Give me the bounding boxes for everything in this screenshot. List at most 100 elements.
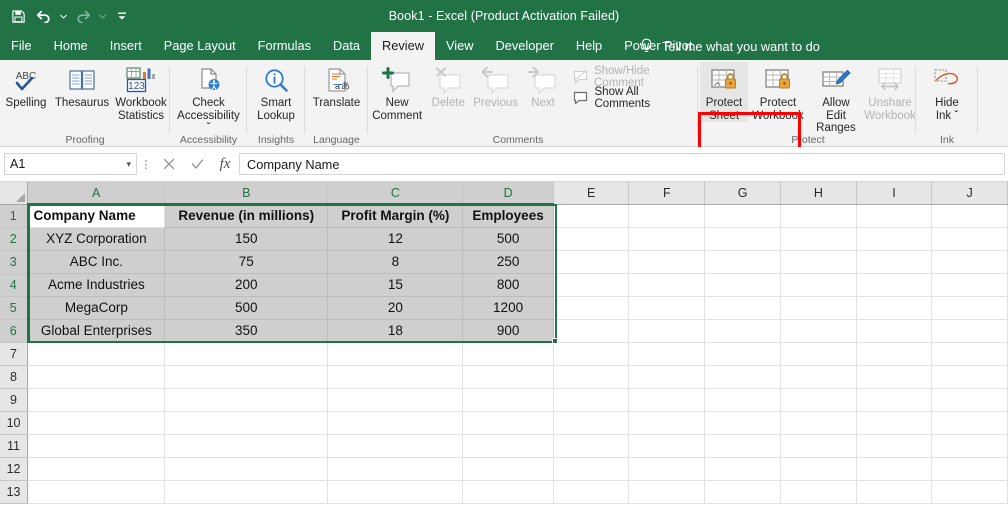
- column-header-e[interactable]: E: [553, 182, 630, 205]
- cell-j3[interactable]: [931, 250, 1008, 274]
- cell-e5[interactable]: [553, 296, 630, 320]
- cell-j13[interactable]: [931, 480, 1008, 504]
- cell-g6[interactable]: [704, 319, 781, 343]
- cell-e4[interactable]: [553, 273, 630, 297]
- row-header-5[interactable]: 5: [0, 296, 29, 320]
- tab-view[interactable]: View: [435, 32, 485, 60]
- cell-j8[interactable]: [931, 365, 1008, 389]
- cell-f6[interactable]: [628, 319, 706, 343]
- formula-input[interactable]: Company Name: [239, 153, 1005, 175]
- cell-c1[interactable]: Profit Margin (%): [327, 204, 464, 228]
- cell-e10[interactable]: [553, 411, 630, 435]
- column-header-d[interactable]: D: [462, 182, 554, 205]
- cell-b6[interactable]: 350: [164, 319, 329, 343]
- cell-a7[interactable]: [27, 342, 166, 366]
- spelling-button[interactable]: ABC Spelling: [0, 62, 52, 110]
- cell-h9[interactable]: [780, 388, 857, 412]
- cell-g2[interactable]: [704, 227, 781, 251]
- chevron-down-icon[interactable]: ▾: [126, 159, 131, 170]
- cell-g7[interactable]: [704, 342, 781, 366]
- cell-f11[interactable]: [628, 434, 706, 458]
- cell-j11[interactable]: [931, 434, 1008, 458]
- cell-f8[interactable]: [628, 365, 706, 389]
- cell-i8[interactable]: [856, 365, 933, 389]
- cell-i6[interactable]: [856, 319, 933, 343]
- cell-g5[interactable]: [704, 296, 781, 320]
- column-header-c[interactable]: C: [327, 182, 464, 205]
- column-header-g[interactable]: G: [704, 182, 781, 205]
- tab-data[interactable]: Data: [322, 32, 371, 60]
- row-header-1[interactable]: 1: [0, 204, 29, 228]
- cell-c4[interactable]: 15: [327, 273, 464, 297]
- cell-e13[interactable]: [553, 480, 630, 504]
- cell-d12[interactable]: [462, 457, 554, 481]
- cell-h12[interactable]: [780, 457, 857, 481]
- tab-review[interactable]: Review: [371, 32, 435, 60]
- cell-f2[interactable]: [628, 227, 706, 251]
- translate-button[interactable]: aあ Translate: [305, 62, 368, 110]
- selection-fill-handle[interactable]: [552, 338, 558, 344]
- cell-b7[interactable]: [164, 342, 329, 366]
- row-header-12[interactable]: 12: [0, 457, 29, 481]
- show-all-comments-button[interactable]: Show All Comments: [569, 86, 698, 110]
- cell-i3[interactable]: [856, 250, 933, 274]
- cell-d11[interactable]: [462, 434, 554, 458]
- cell-d10[interactable]: [462, 411, 554, 435]
- cell-b12[interactable]: [164, 457, 329, 481]
- cell-c6[interactable]: 18: [327, 319, 464, 343]
- cell-a5[interactable]: MegaCorp: [27, 296, 166, 320]
- check-accessibility-button[interactable]: Check Accessibility ˇ: [170, 62, 247, 135]
- cell-f10[interactable]: [628, 411, 706, 435]
- cell-c12[interactable]: [327, 457, 464, 481]
- row-header-3[interactable]: 3: [0, 250, 29, 274]
- cell-i1[interactable]: [856, 204, 933, 228]
- cell-b1[interactable]: Revenue (in millions): [164, 204, 329, 228]
- cell-e3[interactable]: [553, 250, 630, 274]
- tab-file[interactable]: File: [0, 32, 43, 60]
- insert-function-fx-icon[interactable]: fx: [211, 153, 239, 175]
- cell-j5[interactable]: [931, 296, 1008, 320]
- cell-a8[interactable]: [27, 365, 166, 389]
- cell-a6[interactable]: Global Enterprises: [27, 319, 166, 343]
- column-header-j[interactable]: J: [931, 182, 1008, 205]
- cell-g10[interactable]: [704, 411, 781, 435]
- cell-d2[interactable]: 500: [462, 227, 554, 251]
- tab-developer[interactable]: Developer: [485, 32, 565, 60]
- cell-d9[interactable]: [462, 388, 554, 412]
- column-header-a[interactable]: A: [27, 182, 166, 205]
- cell-a4[interactable]: Acme Industries: [27, 273, 166, 297]
- cell-i10[interactable]: [856, 411, 933, 435]
- cell-c10[interactable]: [327, 411, 464, 435]
- cell-a11[interactable]: [27, 434, 166, 458]
- cell-h7[interactable]: [780, 342, 857, 366]
- name-box[interactable]: A1 ▾: [4, 153, 137, 175]
- formula-bar-handle[interactable]: ⋮: [137, 158, 155, 171]
- tab-formulas[interactable]: Formulas: [247, 32, 322, 60]
- cell-c8[interactable]: [327, 365, 464, 389]
- cell-b8[interactable]: [164, 365, 329, 389]
- tab-home[interactable]: Home: [43, 32, 99, 60]
- row-header-8[interactable]: 8: [0, 365, 29, 389]
- workbook-statistics-button[interactable]: 123 Workbook Statistics: [112, 62, 170, 122]
- cell-e8[interactable]: [553, 365, 630, 389]
- thesaurus-button[interactable]: Thesaurus: [52, 62, 112, 110]
- cell-i12[interactable]: [856, 457, 933, 481]
- cell-e9[interactable]: [553, 388, 630, 412]
- row-header-7[interactable]: 7: [0, 342, 29, 366]
- cell-h8[interactable]: [780, 365, 857, 389]
- cell-a12[interactable]: [27, 457, 166, 481]
- cell-i5[interactable]: [856, 296, 933, 320]
- cell-f5[interactable]: [628, 296, 706, 320]
- cell-j12[interactable]: [931, 457, 1008, 481]
- new-comment-button[interactable]: New Comment: [368, 62, 426, 122]
- cell-h3[interactable]: [780, 250, 857, 274]
- row-header-11[interactable]: 11: [0, 434, 29, 458]
- row-header-9[interactable]: 9: [0, 388, 29, 412]
- cell-b9[interactable]: [164, 388, 329, 412]
- protect-workbook-button[interactable]: Protect Workbook: [748, 62, 808, 122]
- cell-a13[interactable]: [27, 480, 166, 504]
- cell-e6[interactable]: [553, 319, 630, 343]
- cell-b5[interactable]: 500: [164, 296, 329, 320]
- cell-g8[interactable]: [704, 365, 781, 389]
- tab-help[interactable]: Help: [565, 32, 613, 60]
